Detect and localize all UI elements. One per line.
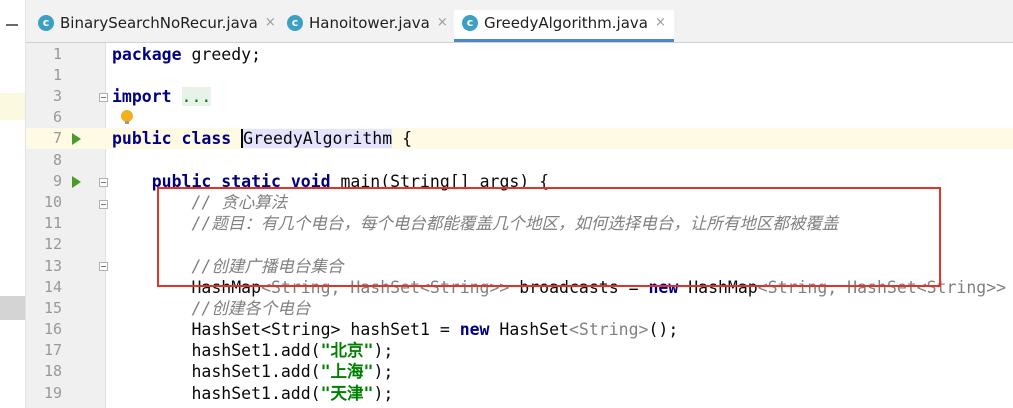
line-number: 6 (52, 108, 62, 126)
code-text: ); (373, 384, 394, 403)
code-text: { (392, 129, 413, 148)
code-text: ); (373, 362, 394, 381)
annotation-highlight-box (157, 187, 941, 287)
keyword: package (112, 45, 182, 64)
fold-comment-icon[interactable] (99, 262, 108, 271)
line-number: 18 (43, 362, 62, 380)
tab-binarysearchnorecur[interactable]: c BinarySearchNoRecur.java × (38, 10, 276, 42)
code-text: greedy; (181, 45, 262, 64)
line-number: 1 (52, 66, 62, 84)
close-icon[interactable]: × (265, 15, 276, 30)
class-name: GreedyAlgorithm (241, 129, 393, 148)
java-class-icon: c (38, 15, 54, 31)
tab-hanoitower[interactable]: c Hanoitower.java × (287, 10, 448, 42)
line-number: 11 (43, 214, 62, 232)
run-class-icon[interactable] (72, 133, 81, 145)
code-line[interactable]: import ... (112, 86, 212, 107)
java-class-icon: c (287, 15, 303, 31)
code-text: hashSet1.add( (112, 362, 321, 381)
code-text: hashSet1.add( (112, 341, 321, 360)
code-text: hashSet1.add( (112, 384, 321, 403)
tab-label: Hanoitower.java (309, 14, 430, 32)
code-line[interactable]: hashSet1.add("北京"); (112, 340, 393, 361)
folded-imports[interactable]: ... (181, 87, 212, 106)
tool-strip-highlight (0, 93, 25, 120)
string-literal: "上海" (320, 362, 374, 381)
project-tool-strip (0, 0, 26, 408)
tab-greedyalgorithm[interactable]: c GreedyAlgorithm.java × (454, 10, 674, 42)
tool-strip-selection (0, 296, 25, 320)
keyword: new (459, 320, 490, 339)
lightbulb-icon[interactable] (121, 110, 133, 124)
keyword: import (112, 87, 172, 106)
minimize-icon[interactable] (6, 24, 18, 26)
code-line[interactable]: HashSet<String> hashSet1 = new HashSet<S… (112, 319, 678, 340)
line-number: 9 (52, 172, 62, 190)
fold-method-icon[interactable] (99, 178, 108, 187)
code-line[interactable]: public class GreedyAlgorithm { (112, 128, 412, 149)
line-number: 10 (43, 193, 62, 211)
line-number: 13 (43, 257, 62, 275)
string-literal: "北京" (320, 341, 374, 360)
code-text: ); (373, 341, 394, 360)
line-number: 3 (52, 87, 62, 105)
fold-comment-icon[interactable] (99, 200, 108, 209)
line-number: 12 (43, 235, 62, 253)
close-icon[interactable]: × (437, 15, 448, 30)
code-line[interactable]: hashSet1.add("上海"); (112, 361, 393, 382)
close-icon[interactable]: × (655, 15, 666, 30)
line-number: 1 (52, 45, 62, 63)
editor-tab-bar: c BinarySearchNoRecur.java × c Hanoitowe… (26, 0, 1013, 43)
tab-label: GreedyAlgorithm.java (484, 14, 648, 32)
line-number: 17 (43, 341, 62, 359)
code-text: HashSet<String> hashSet1 = (112, 320, 460, 339)
code-line[interactable]: hashSet1.add("天津"); (112, 383, 393, 404)
comment-line[interactable]: //创建各个电台 (112, 298, 310, 319)
java-class-icon: c (462, 15, 478, 31)
line-number: 14 (43, 278, 62, 296)
line-number: 7 (52, 129, 62, 147)
tab-label: BinarySearchNoRecur.java (60, 14, 258, 32)
line-number: 16 (43, 320, 62, 338)
code-text: (); (648, 320, 679, 339)
keyword: public class (112, 129, 232, 148)
line-number: 8 (52, 151, 62, 169)
run-main-icon[interactable] (72, 176, 81, 188)
code-line[interactable]: package greedy; (112, 44, 261, 65)
code-text: HashSet (489, 320, 569, 339)
line-number: 15 (43, 299, 62, 317)
fold-imports-icon[interactable] (99, 93, 108, 102)
string-literal: "天津" (320, 384, 374, 403)
generic-type: <String> (568, 320, 649, 339)
line-number: 19 (43, 384, 62, 402)
